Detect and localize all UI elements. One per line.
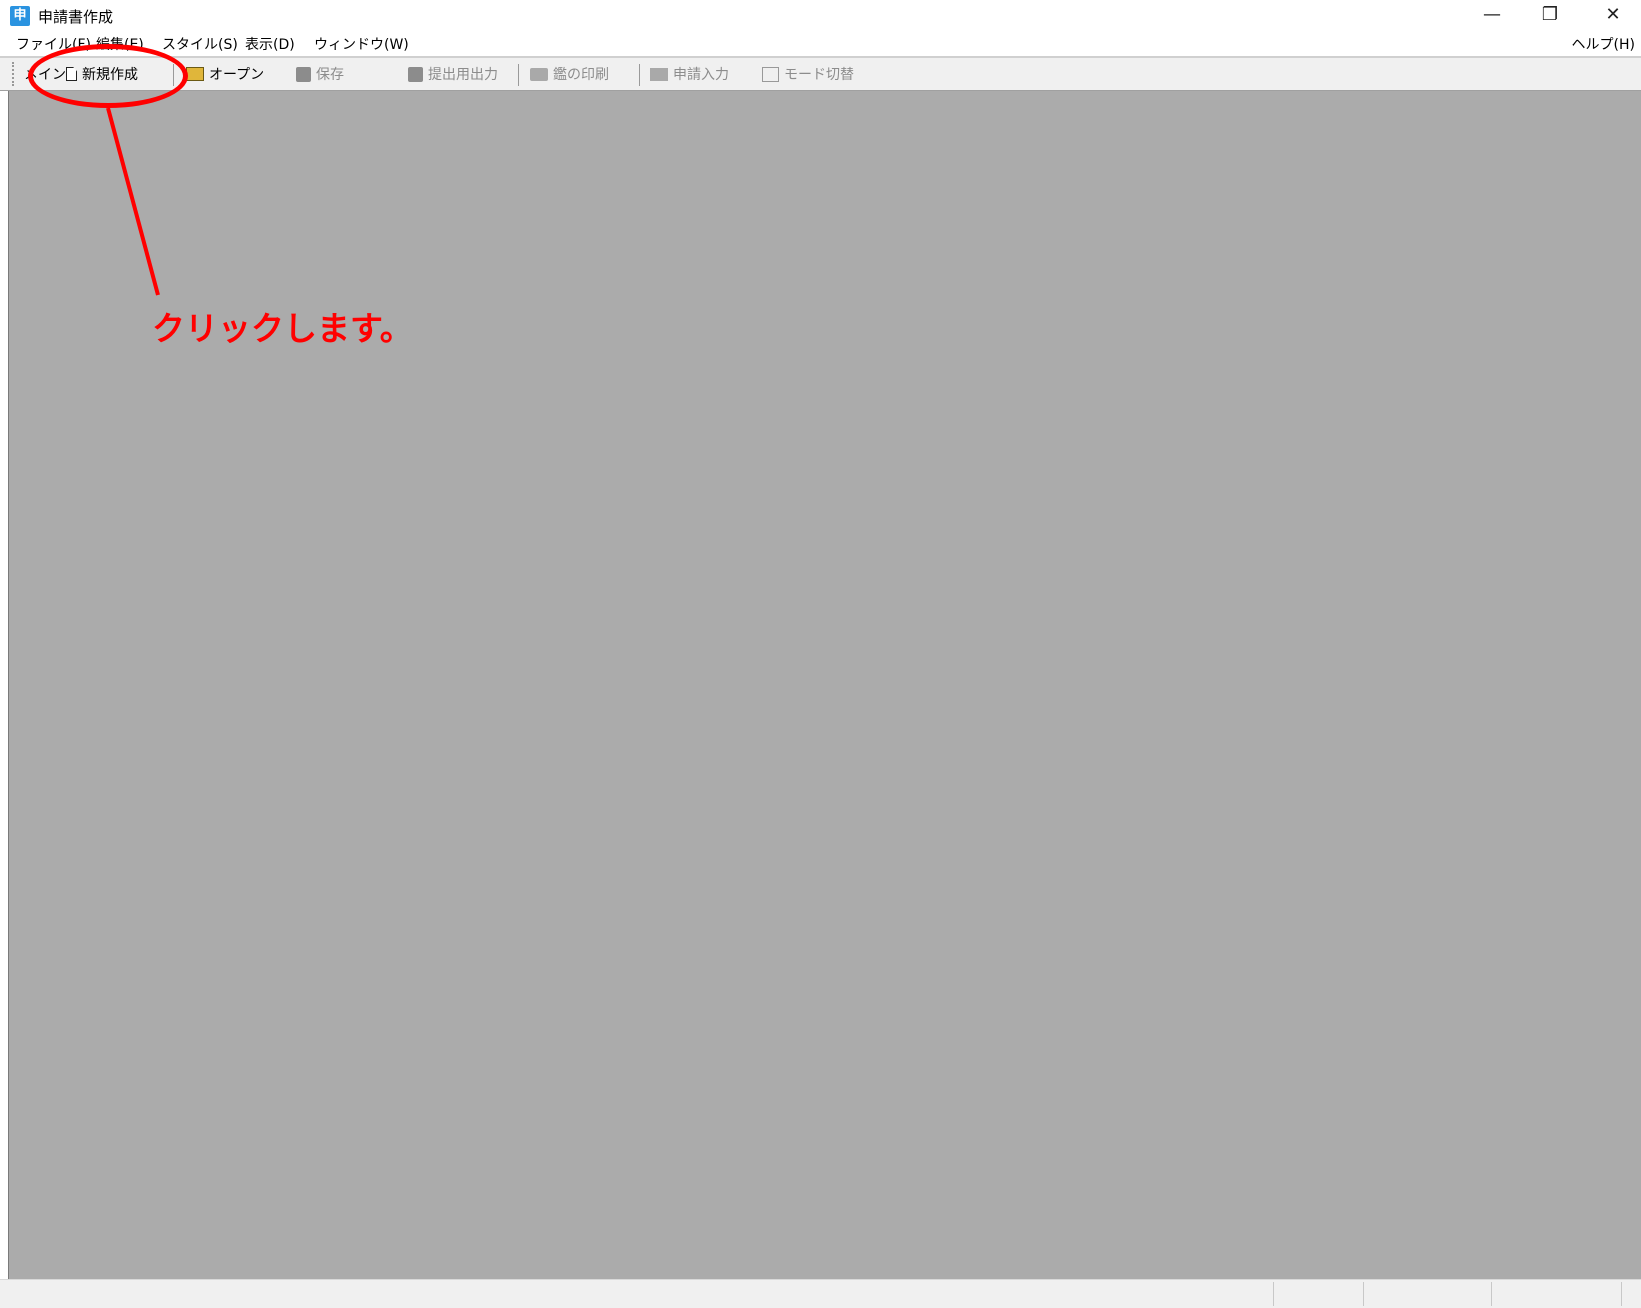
annotation-text: クリックします。 [152,309,413,348]
annotation-pointer-line [106,107,160,296]
